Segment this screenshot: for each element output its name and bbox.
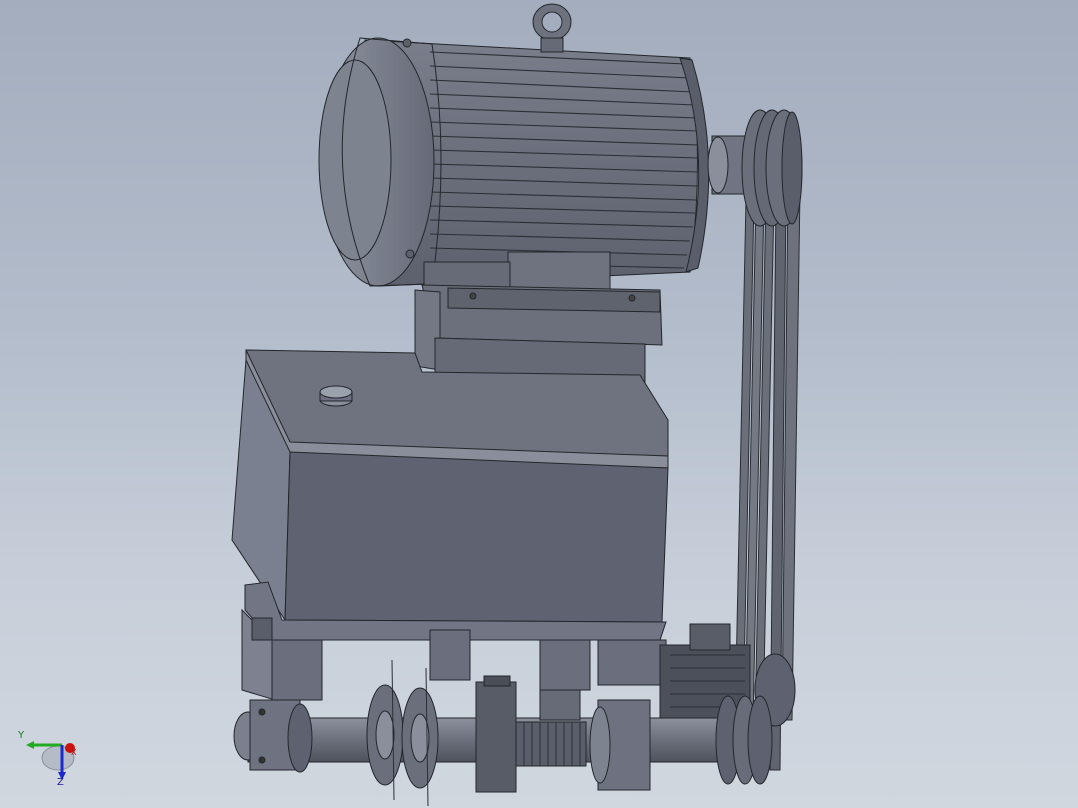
coupling-icon <box>539 689 581 721</box>
triad-x-label: X <box>71 748 77 757</box>
triad-y-label: Y <box>18 730 25 741</box>
triad-axes-icon <box>26 741 75 780</box>
electric-motor[interactable] <box>318 37 710 305</box>
assembly-model[interactable] <box>0 0 1078 808</box>
coordinate-triad: Y Z X <box>14 728 84 798</box>
hydraulic-tank[interactable] <box>231 349 669 623</box>
threaded-section <box>515 721 587 767</box>
triad-z-label: Z <box>57 777 64 788</box>
graphics-viewport[interactable]: Y Z X <box>0 0 1078 808</box>
eye-bolt-icon <box>532 3 572 53</box>
motor-pulley-icon[interactable] <box>707 109 803 227</box>
